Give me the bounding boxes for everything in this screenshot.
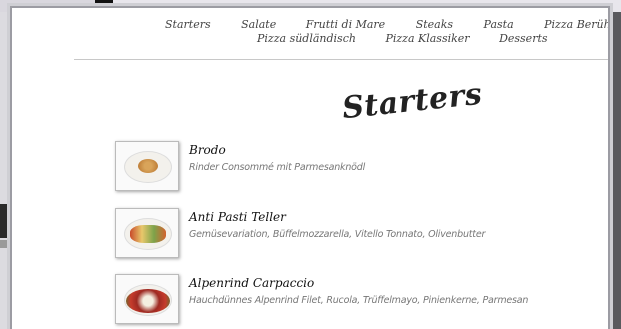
nav-link-pizza-suedlaendisch[interactable]: Pizza südländisch [257,32,356,46]
carpaccio-plate-photo-icon[interactable] [115,274,179,324]
menu-page: Starters Salate Frutti di Mare Steaks Pa… [10,6,610,329]
category-nav-row-1: Starters Salate Frutti di Mare Steaks Pa… [162,18,608,32]
menu-item: Alpenrind Carpaccio Hauchdünnes Alpenrin… [115,274,595,326]
category-nav-row-2: Pizza südländisch Pizza Klassiker Desser… [162,32,608,46]
nav-link-salate[interactable]: Salate [241,18,276,32]
nav-link-frutti-di-mare[interactable]: Frutti di Mare [306,18,385,32]
item-name: Brodo [189,143,226,157]
item-name: Alpenrind Carpaccio [189,276,315,290]
category-nav: Starters Salate Frutti di Mare Steaks Pa… [162,18,608,46]
nav-link-pizza-klassiker[interactable]: Pizza Klassiker [385,32,469,46]
item-description: Gemüsevariation, Büffelmozzarella, Vitel… [189,229,486,240]
nav-link-desserts[interactable]: Desserts [499,32,547,46]
section-title: Starters [340,76,484,127]
menu-item: Brodo Rinder Consommé mit Parmesanknödl [115,141,595,193]
soup-plate-photo-icon[interactable] [115,141,179,191]
item-description: Rinder Consommé mit Parmesanknödl [189,162,366,173]
nav-link-steaks[interactable]: Steaks [416,18,453,32]
menu-item: Anti Pasti Teller Gemüsevariation, Büffe… [115,208,595,260]
antipasti-plate-photo-icon[interactable] [115,208,179,258]
nav-link-pizza-beruehmtheiten[interactable]: Pizza Berühmtheiten [544,18,608,32]
item-description: Hauchdünnes Alpenrind Filet, Rucola, Trü… [189,295,529,306]
nav-link-starters[interactable]: Starters [165,18,211,32]
nav-link-pasta[interactable]: Pasta [484,18,514,32]
item-name: Anti Pasti Teller [189,210,286,224]
nav-divider [74,59,608,60]
